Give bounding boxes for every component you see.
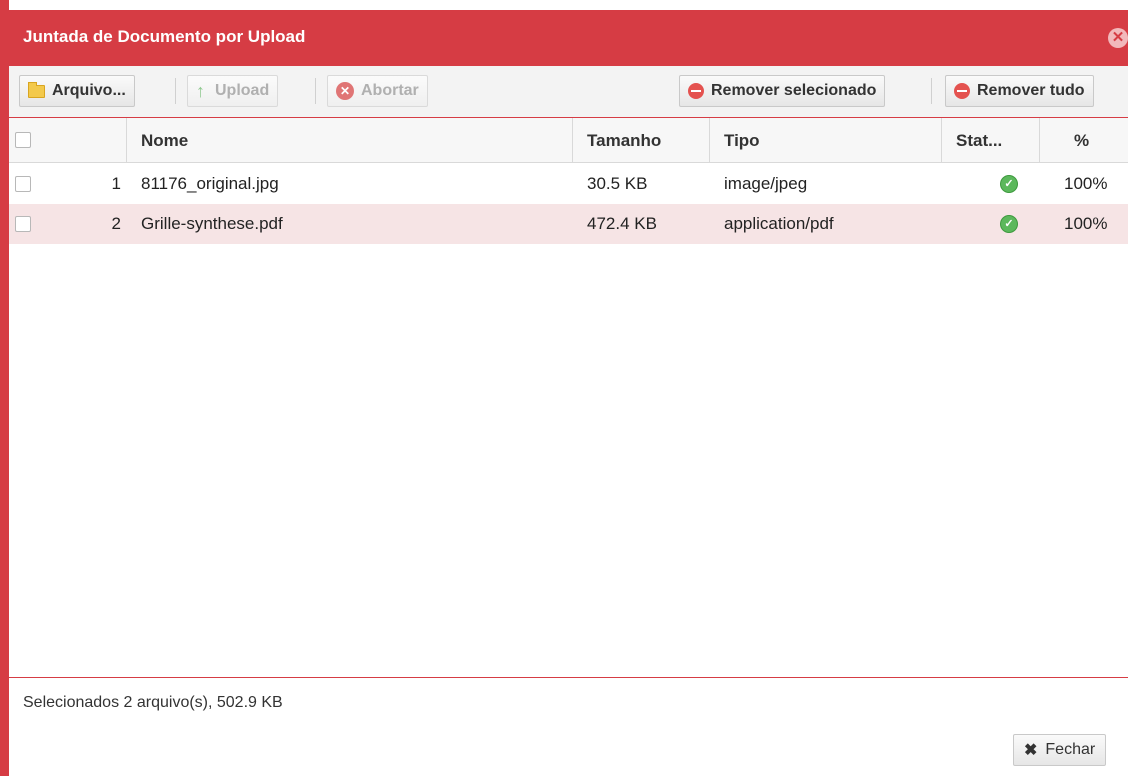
folder-icon — [28, 81, 45, 98]
upload-button[interactable]: ↑ Upload — [187, 75, 279, 107]
row-checkbox[interactable] — [15, 216, 31, 232]
toolbar-separator — [315, 78, 316, 104]
file-percent: 100% — [1064, 174, 1108, 193]
column-header-status[interactable]: Stat... — [941, 118, 1039, 163]
file-type: application/pdf — [724, 214, 834, 233]
column-header-tamanho[interactable]: Tamanho — [572, 118, 709, 163]
column-header-percent[interactable]: % — [1039, 118, 1128, 163]
fechar-button[interactable]: ✖ Fechar — [1013, 734, 1107, 766]
arquivo-label: Arquivo... — [52, 82, 126, 99]
column-header-nome[interactable]: Nome — [126, 118, 572, 163]
close-icon[interactable]: ✕ — [1108, 28, 1128, 48]
arrow-up-icon: ↑ — [196, 80, 205, 101]
row-index: 1 — [111, 174, 121, 193]
file-type: image/jpeg — [724, 174, 808, 193]
remover-selecionado-label: Remover selecionado — [711, 82, 877, 99]
file-name: Grille-synthese.pdf — [141, 214, 283, 233]
file-name: 81176_original.jpg — [141, 174, 279, 193]
toolbar: Arquivo... ↑ Upload ✕ Abortar Remover se… — [9, 66, 1128, 118]
table-row[interactable]: 1 81176_original.jpg 30.5 KB image/jpeg … — [9, 164, 1128, 204]
minus-circle-icon — [688, 83, 704, 99]
remover-selecionado-button[interactable]: Remover selecionado — [679, 75, 886, 107]
table-row[interactable]: 2 Grille-synthese.pdf 472.4 KB applicati… — [9, 204, 1128, 244]
remover-tudo-label: Remover tudo — [977, 82, 1085, 99]
selection-summary: Selecionados 2 arquivo(s), 502.9 KB — [23, 694, 283, 711]
row-checkbox[interactable] — [15, 176, 31, 192]
table-header: Nome Tamanho Tipo Stat... % — [9, 118, 1128, 163]
check-circle-icon: ✓ — [1000, 215, 1018, 233]
file-table: Nome Tamanho Tipo Stat... % 1 81176_orig… — [9, 118, 1128, 678]
x-circle-icon: ✕ — [336, 82, 354, 100]
check-circle-icon: ✓ — [1000, 175, 1018, 193]
abortar-label: Abortar — [361, 82, 419, 99]
file-percent: 100% — [1064, 214, 1108, 233]
row-index: 2 — [111, 214, 121, 233]
upload-dialog: Juntada de Documento por Upload ✕ Arquiv… — [0, 0, 1128, 776]
toolbar-separator — [931, 78, 932, 104]
remover-tudo-button[interactable]: Remover tudo — [945, 75, 1094, 107]
minus-circle-icon — [954, 83, 970, 99]
file-size: 30.5 KB — [587, 174, 648, 193]
column-header-tipo[interactable]: Tipo — [709, 118, 941, 163]
dialog-titlebar: Juntada de Documento por Upload ✕ — [9, 10, 1128, 66]
abortar-button[interactable]: ✕ Abortar — [327, 75, 428, 107]
select-all-checkbox[interactable] — [15, 132, 31, 148]
file-size: 472.4 KB — [587, 214, 657, 233]
upload-label: Upload — [215, 82, 270, 99]
close-x-icon: ✖ — [1024, 742, 1038, 759]
dialog-footer: Selecionados 2 arquivo(s), 502.9 KB ✖ Fe… — [9, 678, 1128, 776]
arquivo-button[interactable]: Arquivo... — [19, 75, 135, 107]
toolbar-separator — [175, 78, 176, 104]
dialog-title: Juntada de Documento por Upload — [23, 27, 306, 46]
fechar-label: Fechar — [1045, 741, 1096, 758]
